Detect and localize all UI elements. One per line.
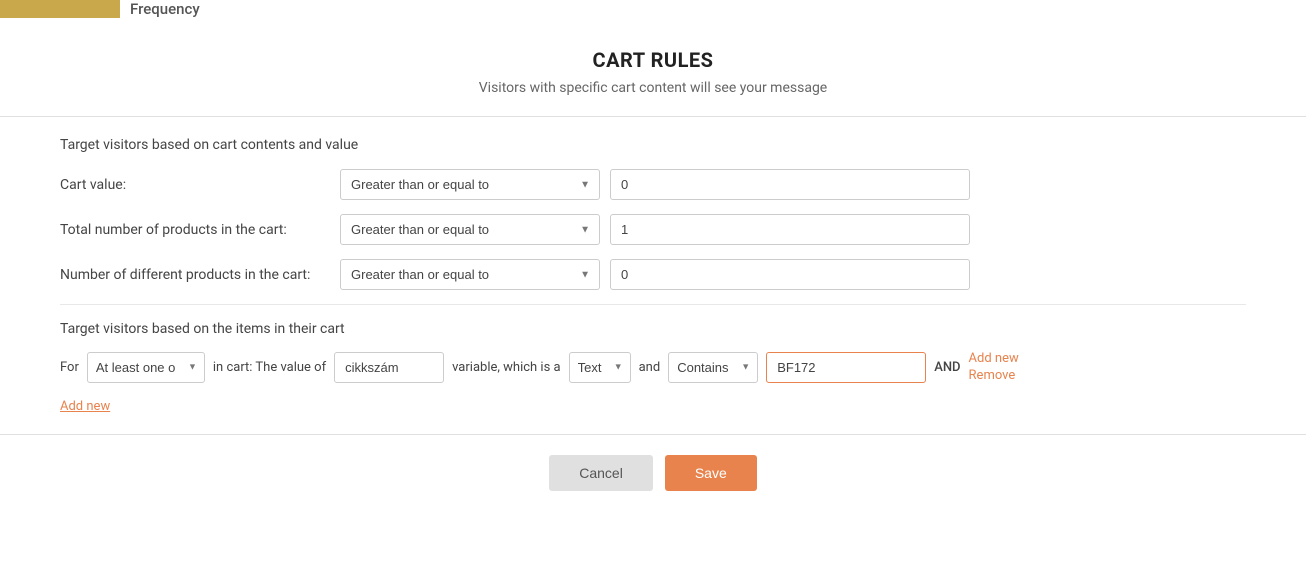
diff-products-row: Number of different products in the cart… (60, 259, 1246, 290)
for-label: For (60, 360, 79, 375)
modal-container: CART RULES Visitors with specific cart c… (0, 18, 1306, 521)
add-new-inline-link[interactable]: Add new (969, 351, 1019, 366)
cart-value-input[interactable] (610, 169, 970, 200)
cart-value-operator-select[interactable]: Greater than or equal to (340, 169, 600, 200)
diff-products-label: Number of different products in the cart… (60, 267, 330, 283)
footer-buttons: Cancel Save (60, 455, 1246, 491)
cart-value-operator-wrapper: Greater than or equal to (340, 169, 600, 200)
add-new-standalone-wrapper: Add new (60, 393, 1246, 414)
diff-products-operator-wrapper: Greater than or equal to (340, 259, 600, 290)
variable-label: variable, which is a (452, 360, 561, 375)
variable-input[interactable] (334, 352, 444, 383)
footer-divider (0, 434, 1306, 435)
cart-value-label: Cart value: (60, 177, 330, 193)
items-section-title: Target visitors based on the items in th… (60, 321, 1246, 337)
total-products-row: Total number of products in the cart: Gr… (60, 214, 1246, 245)
modal-subtitle: Visitors with specific cart content will… (60, 80, 1246, 96)
value-input[interactable] (766, 352, 926, 383)
total-products-input[interactable] (610, 214, 970, 245)
total-products-operator-select[interactable]: Greater than or equal to (340, 214, 600, 245)
diff-products-operator-select[interactable]: Greater than or equal to (340, 259, 600, 290)
save-button[interactable]: Save (665, 455, 757, 491)
remove-link[interactable]: Remove (969, 368, 1016, 383)
and-label: and (639, 360, 661, 375)
total-products-operator-wrapper: Greater than or equal to (340, 214, 600, 245)
diff-products-input[interactable] (610, 259, 970, 290)
total-products-label: Total number of products in the cart: (60, 222, 330, 238)
cart-section-title: Target visitors based on cart contents a… (60, 137, 1246, 153)
condition-select[interactable]: Contains (668, 352, 758, 383)
page-wrapper: Frequency CART RULES Visitors with speci… (0, 0, 1306, 584)
cancel-button[interactable]: Cancel (549, 455, 653, 491)
inline-actions: Add new Remove (969, 351, 1019, 383)
in-cart-label: in cart: The value of (213, 360, 326, 375)
modal-title: CART RULES (60, 48, 1246, 72)
top-frequency-label: Frequency (130, 0, 200, 18)
rule-row: For At least one o in cart: The value of… (60, 351, 1246, 383)
top-bar (0, 0, 120, 18)
and-connector-label: AND (934, 360, 960, 375)
top-divider (0, 116, 1306, 117)
type-select[interactable]: Text (569, 352, 631, 383)
quantity-select[interactable]: At least one o (87, 352, 205, 383)
add-new-standalone-link[interactable]: Add new (60, 399, 110, 414)
cart-value-row: Cart value: Greater than or equal to (60, 169, 1246, 200)
quantity-select-wrapper: At least one o (87, 352, 205, 383)
type-select-wrapper: Text (569, 352, 631, 383)
section-divider (60, 304, 1246, 305)
condition-select-wrapper: Contains (668, 352, 758, 383)
